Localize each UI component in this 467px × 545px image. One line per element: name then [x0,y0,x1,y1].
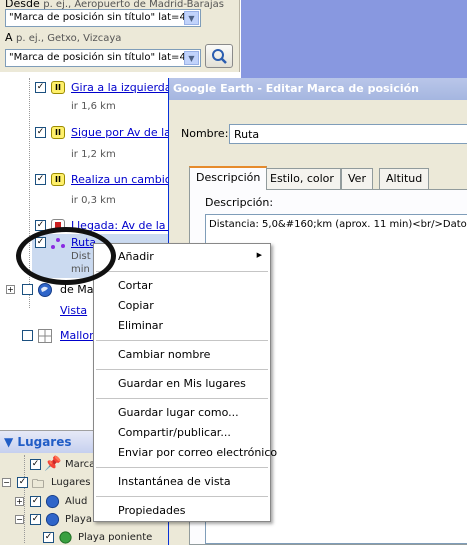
grid-overlay-icon [38,329,52,343]
tree-checkbox[interactable]: ✓ [30,496,41,507]
menu-item-copy[interactable]: Copiar [94,296,270,315]
places-item[interactable]: Playa poniente [78,532,152,543]
earth-icon [45,494,60,509]
menu-separator [96,467,268,468]
step-2-link[interactable]: Sigue por Av de la C [71,126,182,139]
step-1-link[interactable]: Gira a la izquierda e [71,81,182,94]
expand-toggle[interactable]: + [6,285,15,294]
earth-icon [38,283,52,297]
menu-item-rename[interactable]: Cambiar nombre [94,345,270,364]
tree-checkbox[interactable]: ✓ [30,459,41,470]
expand-toggle[interactable]: − [2,478,11,487]
tab-description[interactable]: Descripción [189,166,268,190]
places-item[interactable]: Alud [65,496,87,507]
pause-icon: II [51,81,65,94]
highlight-ellipse [16,227,116,285]
menu-item-properties[interactable]: Propiedades [94,501,270,520]
description-label: Descripción: [205,196,274,209]
step-2-distance: ir 1,2 km [71,149,116,160]
menu-item-email[interactable]: Enviar por correo electrónico [94,443,277,462]
collapse-icon[interactable]: ▼ [4,435,13,449]
tree-checkbox[interactable] [22,284,33,295]
name-label: Nombre: [181,127,229,140]
dialog-title[interactable]: Google Earth - Editar Marca de posición [169,78,467,100]
search-button[interactable] [205,44,233,68]
step-1-checkbox[interactable]: ✓ [35,82,46,93]
to-label: A [5,31,13,44]
menu-item-add[interactable]: Añadir ▶ [94,247,270,266]
menu-item-save-to-my-places[interactable]: Guardar en Mis lugares [94,374,270,393]
placemark-icon [59,531,72,544]
menu-item-cut[interactable]: Cortar [94,276,270,295]
to-hint: p. ej., Getxo, Vizcaya [16,33,122,44]
step-3-link[interactable]: Realiza un cambio d [71,173,182,186]
step-2-checkbox[interactable]: ✓ [35,127,46,138]
context-menu: Añadir ▶ Cortar Copiar Eliminar Cambiar … [93,243,277,522]
step-1-distance: ir 1,6 km [71,101,116,112]
name-input[interactable]: Ruta [229,124,467,144]
search-icon [212,49,227,64]
menu-item-delete[interactable]: Eliminar [94,316,270,335]
places-item[interactable]: Lugares [51,477,90,488]
tab-view[interactable]: Ver [341,168,373,189]
tree-checkbox[interactable]: ✓ [30,514,41,525]
menu-separator [96,340,268,341]
places-title: Lugares [17,435,72,449]
tree-checkbox[interactable]: ✓ [17,477,28,488]
to-row-label: A p. ej., Getxo, Vizcaya [5,31,121,44]
expand-toggle[interactable]: + [15,497,24,506]
view-link[interactable]: Vista [60,304,87,317]
tab-altitude[interactable]: Altitud [379,168,430,189]
from-value: "Marca de posición sin título" lat=40 [9,12,193,23]
to-value: "Marca de posición sin título" lat=40 [9,52,193,63]
chevron-down-icon[interactable]: ▼ [184,51,199,65]
earth-icon [45,512,60,527]
places-item[interactable]: Marca [65,459,95,470]
from-combobox[interactable]: "Marca de posición sin título" lat=40 ▼ [5,9,201,27]
pause-icon: II [51,173,65,186]
step-3-checkbox[interactable]: ✓ [35,174,46,185]
directions-search-panel: Desde p. ej., Aeropuerto de Madrid-Baraj… [0,0,240,72]
pause-icon: II [51,126,65,139]
menu-item-snapshot-view[interactable]: Instantánea de vista [94,472,270,491]
folder-icon: 🗀 [32,477,45,491]
menu-separator [96,496,268,497]
to-combobox[interactable]: "Marca de posición sin título" lat=40 ▼ [5,49,201,67]
submenu-arrow-icon: ▶ [256,251,262,259]
tree-checkbox[interactable]: ✓ [43,532,54,543]
step-3-distance: ir 0,3 km [71,195,116,206]
menu-item-label: Añadir [118,250,154,263]
tree-checkbox[interactable] [22,330,33,341]
expand-toggle[interactable]: − [15,515,24,524]
places-item[interactable]: Playa [65,514,92,525]
pushpin-icon: 📌 [44,456,62,472]
menu-separator [96,369,268,370]
tab-style-color[interactable]: Estilo, color [263,168,341,189]
menu-separator [96,398,268,399]
menu-item-share-publish[interactable]: Compartir/publicar... [94,423,270,442]
map-view[interactable] [241,0,467,78]
menu-item-save-place-as[interactable]: Guardar lugar como... [94,403,270,422]
chevron-down-icon[interactable]: ▼ [184,11,199,25]
menu-separator [96,271,268,272]
